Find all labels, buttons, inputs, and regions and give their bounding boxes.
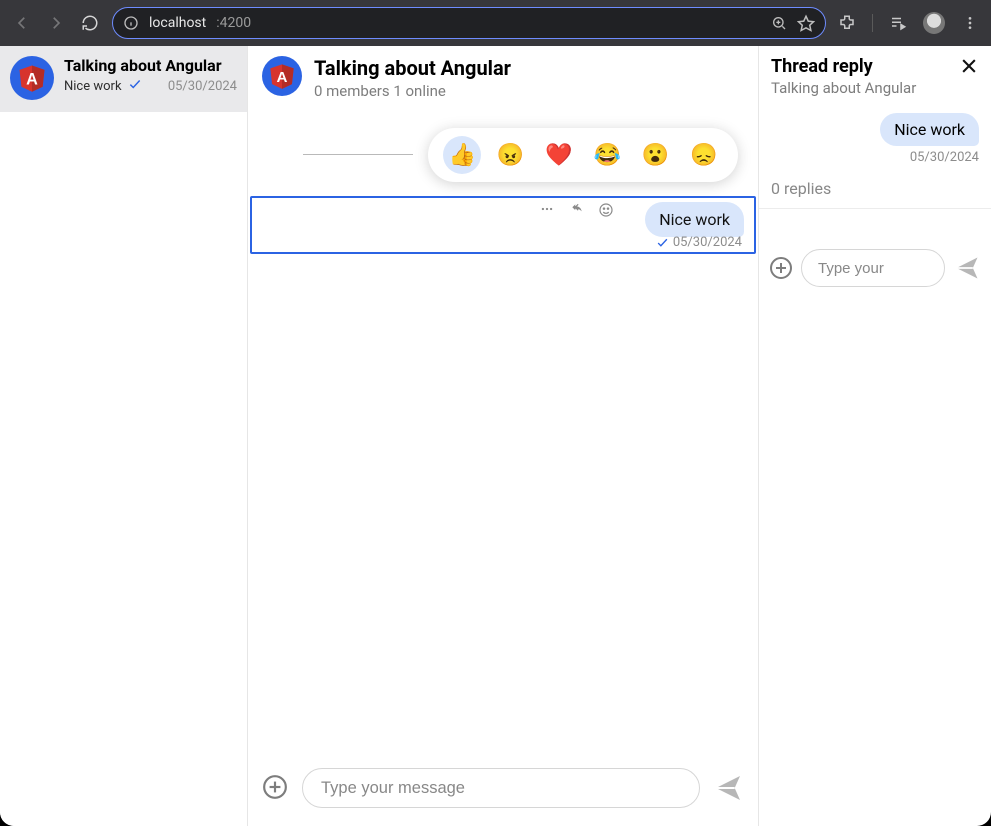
forward-button[interactable] xyxy=(44,11,68,35)
browser-actions xyxy=(836,12,981,34)
zoom-icon[interactable] xyxy=(771,15,787,31)
svg-text:A: A xyxy=(26,70,38,88)
attach-button[interactable] xyxy=(262,774,290,802)
channel-title: Talking about Angular xyxy=(64,56,237,75)
check-icon xyxy=(656,236,669,249)
thread-parent-message: Nice work xyxy=(880,113,979,146)
angular-icon: A xyxy=(268,62,296,90)
chat-title: Talking about Angular xyxy=(314,56,511,80)
thread-header: Thread reply Talking about Angular xyxy=(759,46,991,103)
star-icon[interactable] xyxy=(797,14,815,32)
url-port: :4200 xyxy=(216,15,251,31)
media-icon[interactable] xyxy=(887,12,909,34)
check-icon xyxy=(128,77,142,95)
extensions-icon[interactable] xyxy=(836,12,858,34)
more-icon[interactable] xyxy=(538,202,556,222)
svg-text:A: A xyxy=(277,69,288,86)
message-bubble: Nice work xyxy=(645,202,744,237)
reaction-thumbs-up[interactable]: 👍 xyxy=(443,136,481,174)
thread-subtitle: Talking about Angular xyxy=(771,79,979,97)
header-avatar: A xyxy=(262,56,302,96)
angular-icon: A xyxy=(17,63,47,93)
close-thread-button[interactable] xyxy=(959,56,981,78)
chat-header: A Talking about Angular 0 members 1 onli… xyxy=(248,46,758,104)
thread-composer xyxy=(759,209,991,297)
emoji-icon[interactable] xyxy=(598,202,614,222)
reload-button[interactable] xyxy=(78,11,102,35)
plus-circle-icon xyxy=(262,774,288,800)
thread-panel: Thread reply Talking about Angular Nice … xyxy=(759,46,991,826)
profile-avatar[interactable] xyxy=(923,12,945,34)
app-root: A Talking about Angular Nice work 05/30/… xyxy=(0,46,991,826)
channel-list-item[interactable]: A Talking about Angular Nice work 05/30/… xyxy=(0,46,247,112)
reply-icon[interactable] xyxy=(568,202,586,222)
close-icon xyxy=(959,56,979,76)
reaction-angry[interactable]: 😠 xyxy=(491,136,529,174)
thread-send-button[interactable] xyxy=(953,254,981,282)
channel-list-sidebar: A Talking about Angular Nice work 05/30/… xyxy=(0,46,248,826)
message-timestamp: 05/30/2024 xyxy=(656,235,742,250)
message-input[interactable] xyxy=(302,768,700,808)
date-divider xyxy=(303,154,413,155)
info-icon xyxy=(123,15,139,31)
reaction-picker: 👍 😠 ❤️ 😂 😮 😞 xyxy=(428,128,738,182)
plus-circle-icon xyxy=(769,256,793,280)
reaction-wow[interactable]: 😮 xyxy=(636,136,674,174)
browser-toolbar: localhost :4200 xyxy=(0,0,991,46)
send-button[interactable] xyxy=(712,772,744,804)
send-icon xyxy=(953,254,981,282)
thread-message-input[interactable] xyxy=(801,249,945,287)
send-icon xyxy=(712,772,744,804)
url-host: localhost xyxy=(149,15,206,31)
channel-date: 05/30/2024 xyxy=(168,79,237,94)
reaction-laugh[interactable]: 😂 xyxy=(588,136,626,174)
message-actions xyxy=(538,202,614,222)
channel-preview: Nice work xyxy=(64,79,122,94)
thread-attach-button[interactable] xyxy=(769,256,793,280)
chat-main: A Talking about Angular 0 members 1 onli… xyxy=(248,46,759,826)
thread-parent-date: 05/30/2024 xyxy=(910,150,979,165)
reaction-heart[interactable]: ❤️ xyxy=(540,136,578,174)
back-button[interactable] xyxy=(10,11,34,35)
toolbar-divider xyxy=(872,14,873,32)
address-bar[interactable]: localhost :4200 xyxy=(112,7,826,39)
message-selected[interactable]: Nice work 05/30/2024 xyxy=(250,196,756,254)
kebab-menu-icon[interactable] xyxy=(959,12,981,34)
main-composer xyxy=(248,754,758,826)
message-list: 👍 😠 ❤️ 😂 😮 😞 xyxy=(248,104,758,754)
thread-title: Thread reply xyxy=(771,56,979,77)
reaction-sad[interactable]: 😞 xyxy=(685,136,723,174)
channel-avatar: A xyxy=(10,56,54,100)
chat-subtitle: 0 members 1 online xyxy=(314,82,511,100)
replies-count: 0 replies xyxy=(759,165,991,209)
